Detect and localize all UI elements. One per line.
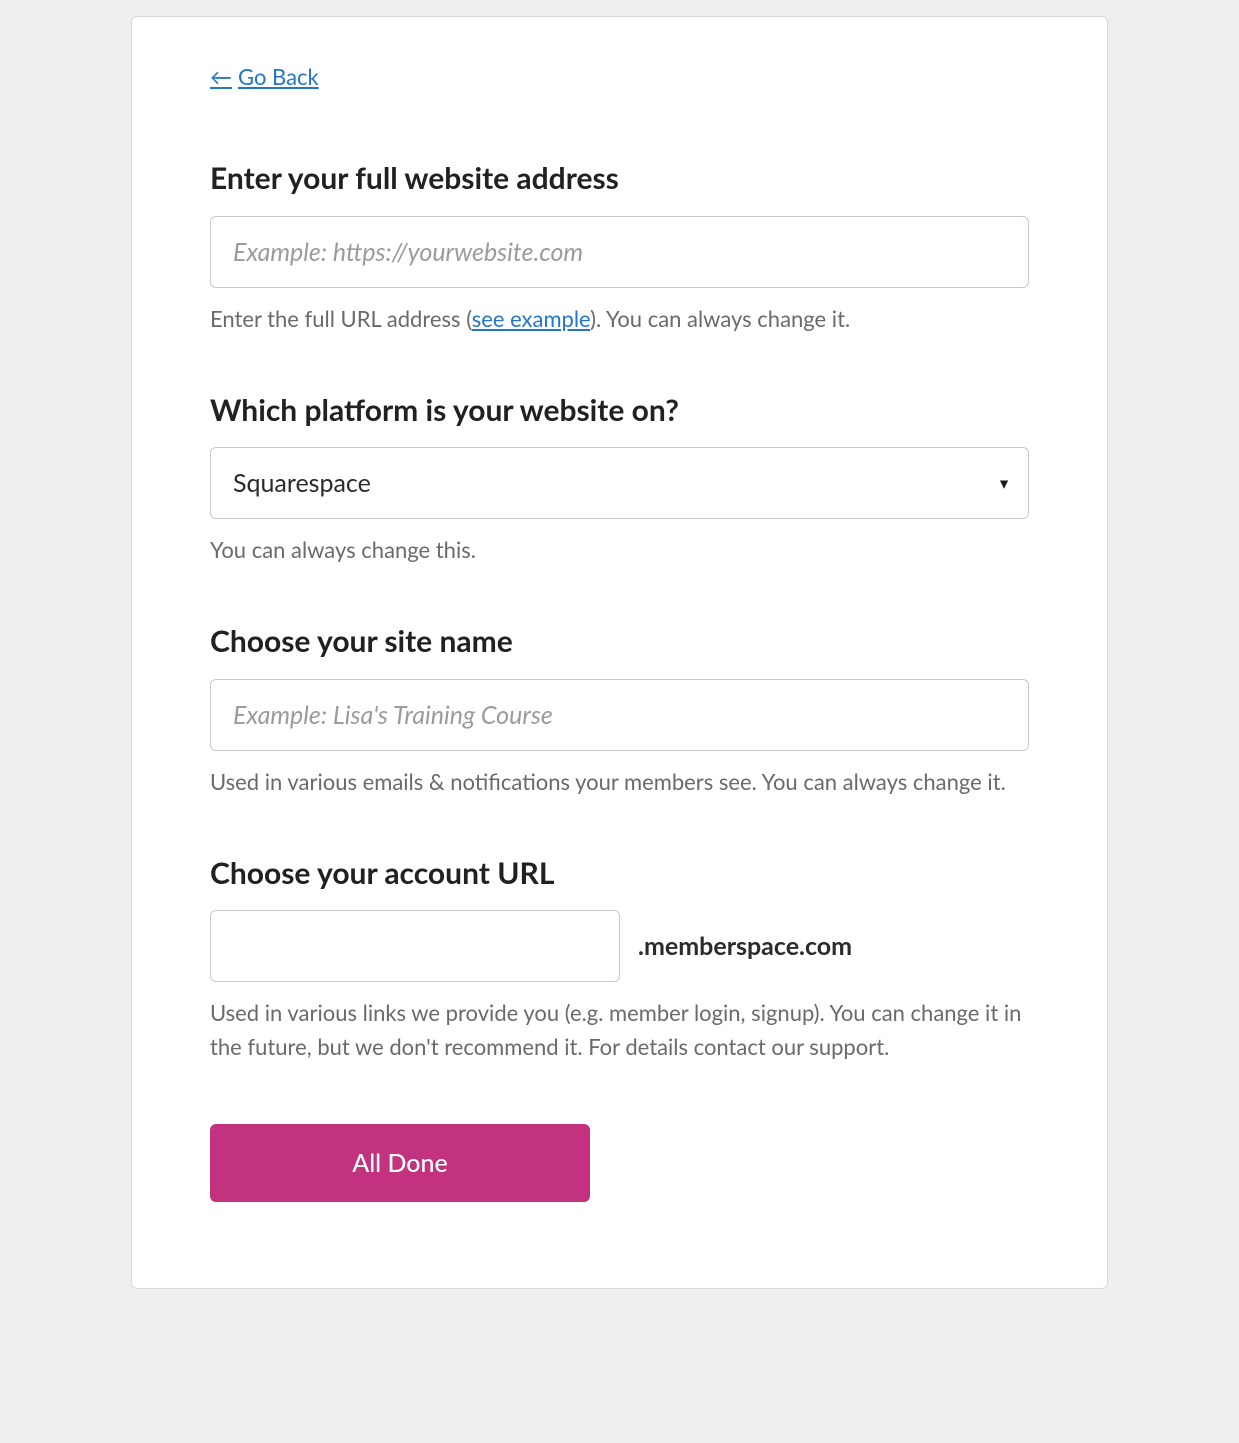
account-url-helper: Used in various links we provide you (e.…	[210, 996, 1029, 1064]
site-name-heading: Choose your site name	[210, 623, 1029, 661]
section-website-address: Enter your full website address Enter th…	[210, 160, 1029, 336]
go-back-link[interactable]: ← Go Back	[210, 63, 319, 90]
submit-button[interactable]: All Done	[210, 1124, 590, 1202]
account-url-input[interactable]	[210, 910, 620, 982]
helper-text: Enter the full URL address (	[210, 305, 472, 332]
website-address-helper: Enter the full URL address (see example)…	[210, 302, 1029, 336]
go-back-label: Go Back	[238, 63, 319, 90]
see-example-link[interactable]: see example	[472, 305, 590, 332]
account-url-heading: Choose your account URL	[210, 855, 1029, 893]
platform-select[interactable]: Squarespace	[210, 447, 1029, 519]
section-site-name: Choose your site name Used in various em…	[210, 623, 1029, 799]
platform-helper: You can always change this.	[210, 533, 1029, 567]
arrow-left-icon: ←	[210, 63, 232, 90]
website-address-heading: Enter your full website address	[210, 160, 1029, 198]
account-url-suffix: .memberspace.com	[638, 931, 852, 961]
form-card: ← Go Back Enter your full website addres…	[131, 16, 1108, 1289]
platform-heading: Which platform is your website on?	[210, 392, 1029, 430]
section-account-url: Choose your account URL .memberspace.com…	[210, 855, 1029, 1065]
site-name-input[interactable]	[210, 679, 1029, 751]
helper-text: ). You can always change it.	[590, 305, 850, 332]
site-name-helper: Used in various emails & notifications y…	[210, 765, 1029, 799]
website-address-input[interactable]	[210, 216, 1029, 288]
section-platform: Which platform is your website on? Squar…	[210, 392, 1029, 568]
